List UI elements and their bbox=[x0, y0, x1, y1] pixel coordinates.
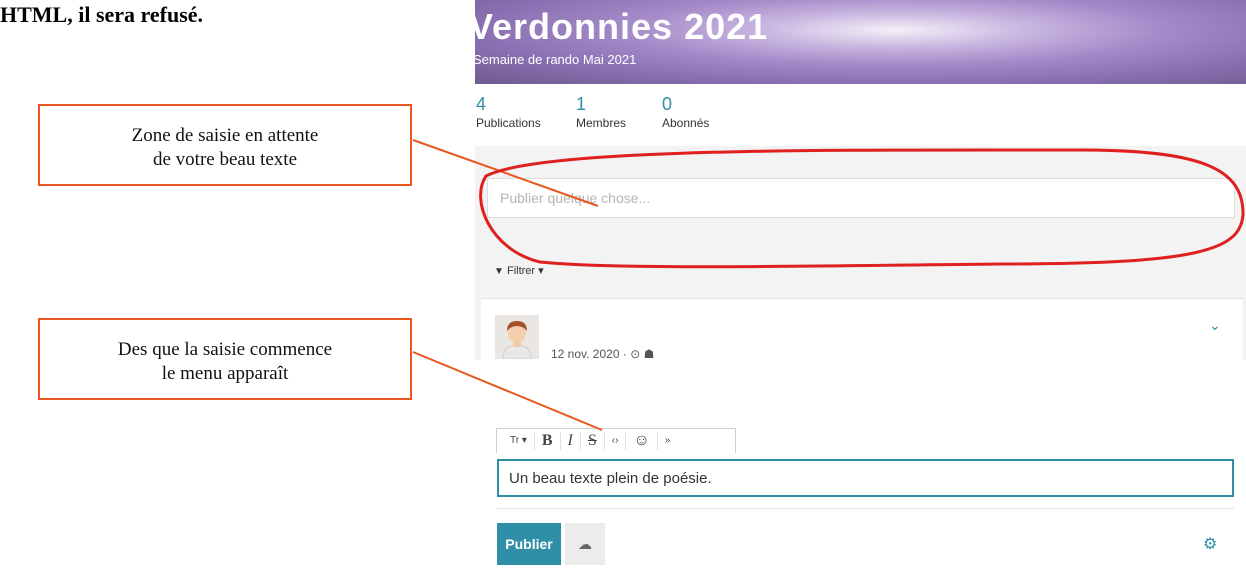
publish-button[interactable]: Publier bbox=[497, 523, 561, 565]
post-date: 12 nov. 2020 · bbox=[551, 347, 627, 360]
post-editor-input[interactable] bbox=[497, 459, 1234, 497]
stat-label: Membres bbox=[576, 116, 627, 130]
stat-publications[interactable]: 4 Publications bbox=[476, 94, 541, 130]
funnel-icon: ▼ bbox=[494, 266, 504, 277]
chevron-down-icon: ▾ bbox=[538, 265, 544, 277]
arrow-to-toolbar bbox=[412, 351, 603, 431]
stat-members[interactable]: 1 Membres bbox=[576, 94, 626, 130]
editor-screenshot: Tr ▾ B I S ‹› ☺ » Publier ☁ ⚙ bbox=[483, 428, 1246, 580]
callout-line: le menu apparaît bbox=[161, 363, 289, 384]
strikethrough-button[interactable]: S bbox=[581, 432, 605, 450]
group-page-screenshot: Verdonnies 2021 Semaine de rando Mai 202… bbox=[475, 0, 1246, 360]
callout-line: de votre beau texte bbox=[152, 149, 297, 170]
group-banner: Verdonnies 2021 Semaine de rando Mai 202… bbox=[475, 0, 1246, 84]
stat-value: 1 bbox=[576, 94, 587, 114]
upload-button[interactable]: ☁ bbox=[565, 523, 605, 565]
italic-button[interactable]: I bbox=[561, 432, 581, 450]
post-input[interactable] bbox=[487, 178, 1235, 218]
post-meta: 12 nov. 2020 · ⊙ ☗ bbox=[551, 347, 654, 360]
text-style-button[interactable]: Tr ▾ bbox=[503, 432, 535, 450]
stat-label: Publications bbox=[476, 116, 541, 130]
divider bbox=[497, 508, 1234, 509]
code-button[interactable]: ‹› bbox=[605, 432, 627, 450]
emoji-button[interactable]: ☺ bbox=[626, 432, 658, 450]
clock-icon: ⊙ bbox=[630, 347, 641, 360]
group-subtitle: Semaine de rando Mai 2021 bbox=[475, 52, 637, 67]
group-icon: ☗ bbox=[643, 347, 655, 360]
stat-value: 0 bbox=[662, 94, 673, 114]
callout-input-zone: Zone de saisie en attente de votre beau … bbox=[38, 104, 412, 186]
cogs-icon[interactable]: ⚙ bbox=[1203, 534, 1217, 554]
document-heading-fragment: HTML, il sera refusé. bbox=[0, 2, 204, 27]
avatar[interactable] bbox=[495, 315, 539, 359]
stat-followers[interactable]: 0 Abonnés bbox=[662, 94, 709, 130]
stat-label: Abonnés bbox=[662, 116, 710, 130]
compose-card: ▼ Filtrer ▾ bbox=[480, 152, 1243, 286]
filter-label: Filtrer bbox=[506, 265, 536, 277]
group-stats: 4 Publications 1 Membres 0 Abonnés bbox=[475, 84, 1246, 146]
stat-value: 4 bbox=[476, 94, 487, 114]
more-button[interactable]: » bbox=[658, 432, 678, 450]
cloud-upload-icon: ☁ bbox=[578, 535, 592, 552]
group-title: Verdonnies 2021 bbox=[475, 6, 769, 47]
post-card: 12 nov. 2020 · ⊙ ☗ ⌄ bbox=[481, 298, 1243, 360]
callout-line: Zone de saisie en attente bbox=[131, 125, 319, 146]
editor-toolbar: Tr ▾ B I S ‹› ☺ » bbox=[496, 428, 736, 453]
chevron-down-icon[interactable]: ⌄ bbox=[1209, 317, 1221, 334]
filter-button[interactable]: ▼ Filtrer ▾ bbox=[494, 264, 544, 277]
bold-button[interactable]: B bbox=[535, 432, 561, 450]
callout-line: Des que la saisie commence bbox=[117, 339, 333, 360]
callout-menu-appears: Des que la saisie commence le menu appar… bbox=[38, 318, 412, 400]
